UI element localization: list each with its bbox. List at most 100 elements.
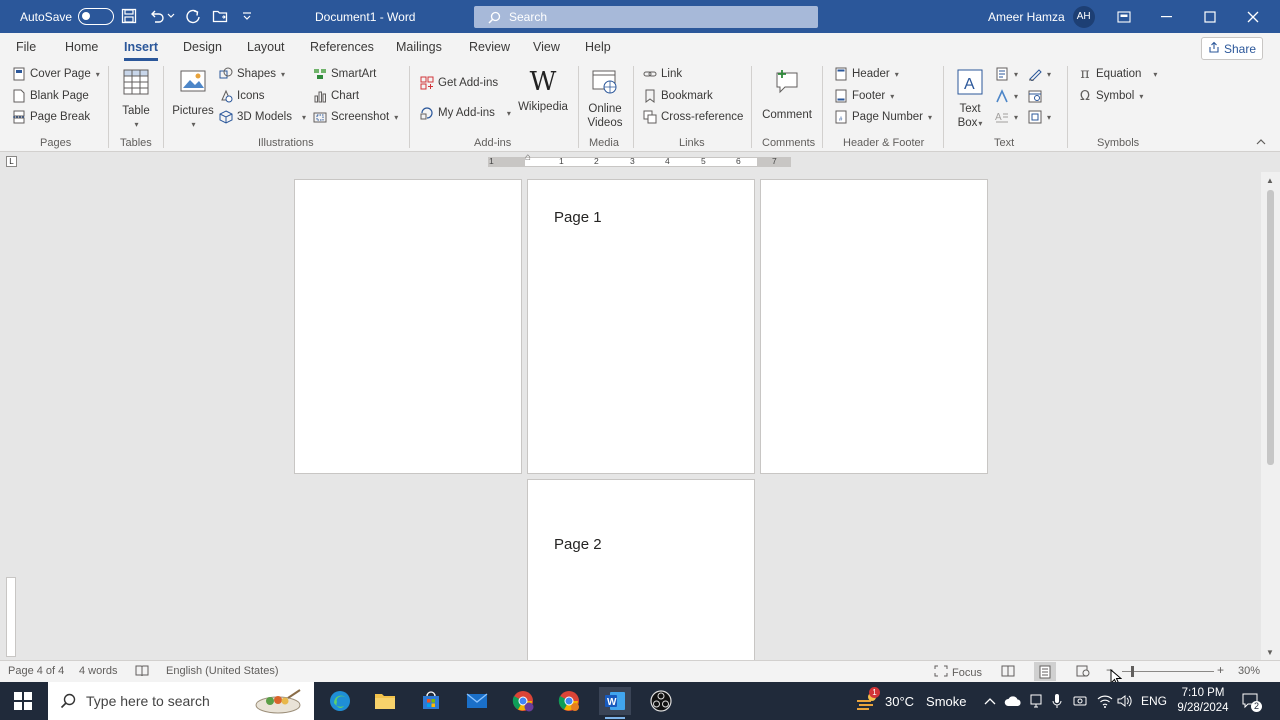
vertical-ruler[interactable] [6, 577, 16, 657]
tab-references[interactable]: References [310, 40, 374, 54]
signature-line-icon[interactable]: ▾ [1028, 67, 1051, 81]
my-addins-button[interactable]: My Add-ins ▾ [420, 106, 511, 120]
footer-button[interactable]: Footer ▾ [834, 89, 894, 103]
redo-icon[interactable] [184, 7, 202, 25]
autosave-control[interactable]: AutoSave [20, 0, 115, 33]
edge-browser-icon[interactable] [324, 687, 356, 715]
object-icon[interactable]: ▾ [1028, 110, 1051, 124]
blank-page-button[interactable]: Blank Page [12, 89, 89, 103]
scroll-up-icon[interactable]: ▲ [1266, 176, 1274, 185]
header-button[interactable]: Header ▾ [834, 67, 899, 81]
chart-button[interactable]: Chart [313, 89, 359, 103]
link-button[interactable]: Link [643, 67, 682, 81]
quick-parts-icon[interactable]: ▾ [995, 67, 1018, 81]
horizontal-ruler[interactable]: 1 ⌂ 1 2 3 4 5 6 7 [488, 152, 791, 167]
network-device-icon[interactable] [1029, 682, 1043, 720]
zoom-level[interactable]: 30% [1238, 665, 1260, 677]
cross-reference-button[interactable]: Cross-reference [643, 110, 743, 124]
zoom-slider-thumb[interactable] [1131, 666, 1134, 677]
mail-icon[interactable] [461, 687, 493, 715]
page-2-text[interactable]: Page 2 [554, 536, 602, 553]
onedrive-icon[interactable] [1004, 682, 1022, 720]
vertical-scrollbar[interactable]: ▲ ▼ [1261, 172, 1280, 660]
scrollbar-thumb[interactable] [1267, 190, 1274, 465]
page-1-text[interactable]: Page 1 [554, 209, 602, 226]
tab-layout[interactable]: Layout [247, 40, 285, 54]
avatar[interactable]: AH [1072, 5, 1095, 28]
3d-models-button[interactable]: 3D Models ▾ [219, 110, 306, 124]
bookmark-button[interactable]: Bookmark [643, 89, 713, 103]
online-videos-button[interactable]: Online Videos [585, 68, 625, 130]
text-box-button[interactable]: A Text Box▾ [953, 68, 987, 131]
ribbon-display-options-icon[interactable] [1102, 0, 1146, 33]
open-folder-icon[interactable] [211, 7, 229, 25]
tab-mailings[interactable]: Mailings [396, 40, 442, 54]
wifi-icon[interactable] [1097, 682, 1113, 720]
drop-cap-icon[interactable]: A ▾ [995, 110, 1018, 124]
camera-icon[interactable] [1073, 682, 1087, 720]
file-explorer-icon[interactable] [369, 687, 401, 715]
taskbar-clock[interactable]: 7:10 PM 9/28/2024 [1172, 686, 1234, 716]
microsoft-store-icon[interactable] [415, 687, 447, 715]
tab-help[interactable]: Help [585, 40, 611, 54]
customize-qat-icon[interactable] [238, 7, 256, 25]
chrome-icon[interactable] [553, 687, 585, 715]
page-count[interactable]: Page 4 of 4 [8, 665, 64, 677]
obs-recorder-icon[interactable] [645, 687, 677, 715]
share-button[interactable]: Share [1201, 37, 1263, 60]
weather-widget[interactable]: 1 30°C Smoke [855, 682, 967, 720]
maximize-button[interactable] [1188, 0, 1232, 33]
tab-file[interactable]: File [16, 40, 36, 54]
windows-start-icon[interactable] [7, 687, 39, 715]
web-layout-icon[interactable] [1076, 665, 1090, 677]
wordart-icon[interactable]: ▾ [995, 89, 1018, 103]
microphone-icon[interactable] [1051, 682, 1063, 720]
collapse-ribbon-icon[interactable] [1256, 138, 1266, 145]
page-thumbnail[interactable] [760, 179, 988, 474]
wikipedia-button[interactable]: W Wikipedia [518, 68, 568, 114]
tab-design[interactable]: Design [183, 40, 222, 54]
document-canvas[interactable]: Page 1 Page 2 [0, 172, 1261, 660]
search-box[interactable]: Search [474, 6, 818, 28]
icons-button[interactable]: Icons [219, 89, 265, 103]
input-language[interactable]: ENG [1141, 682, 1167, 720]
print-layout-icon[interactable] [1034, 662, 1056, 681]
undo-dropdown-icon[interactable] [166, 7, 176, 25]
proofing-icon[interactable] [135, 665, 149, 677]
tab-review[interactable]: Review [469, 40, 510, 54]
tab-home[interactable]: Home [65, 40, 98, 54]
equation-button[interactable]: π Equation ▾ [1078, 66, 1157, 82]
focus-button[interactable]: Focus [934, 665, 982, 680]
tab-view[interactable]: View [533, 40, 560, 54]
cover-page-button[interactable]: Cover Page ▾ [12, 67, 100, 81]
page-2[interactable]: Page 2 [527, 479, 755, 660]
zoom-in-icon[interactable]: + [1217, 663, 1224, 677]
smartart-button[interactable]: SmartArt [313, 67, 376, 81]
chrome-profile-icon[interactable] [507, 687, 539, 715]
page-number-button[interactable]: # Page Number ▾ [834, 110, 932, 124]
scroll-down-icon[interactable]: ▼ [1266, 648, 1274, 657]
language-indicator[interactable]: English (United States) [166, 665, 279, 677]
get-addins-button[interactable]: Get Add-ins [420, 76, 498, 90]
notification-center-icon[interactable]: 2 [1242, 682, 1262, 720]
symbol-button[interactable]: Ω Symbol ▾ [1078, 89, 1143, 104]
table-button[interactable]: Table ▾ [120, 68, 152, 132]
word-count[interactable]: 4 words [79, 665, 118, 677]
page-thumbnail[interactable] [294, 179, 522, 474]
close-button[interactable] [1231, 0, 1275, 33]
volume-icon[interactable] [1117, 682, 1133, 720]
page-break-button[interactable]: Page Break [12, 110, 90, 124]
read-mode-icon[interactable] [1001, 665, 1015, 677]
zoom-slider[interactable] [1122, 671, 1214, 672]
undo-icon[interactable] [148, 7, 166, 25]
user-account[interactable]: Ameer Hamza AH [988, 0, 1095, 33]
indent-marker-icon[interactable]: ⌂ [525, 152, 531, 163]
tab-selector[interactable]: L [6, 156, 17, 167]
comment-button[interactable]: Comment [760, 68, 814, 122]
word-app-icon[interactable]: W [599, 687, 631, 719]
date-time-icon[interactable] [1028, 89, 1042, 103]
screenshot-button[interactable]: Screenshot ▾ [313, 110, 398, 124]
show-hidden-icons-icon[interactable] [984, 682, 996, 720]
tab-insert[interactable]: Insert [124, 40, 159, 61]
minimize-button[interactable] [1145, 0, 1189, 33]
